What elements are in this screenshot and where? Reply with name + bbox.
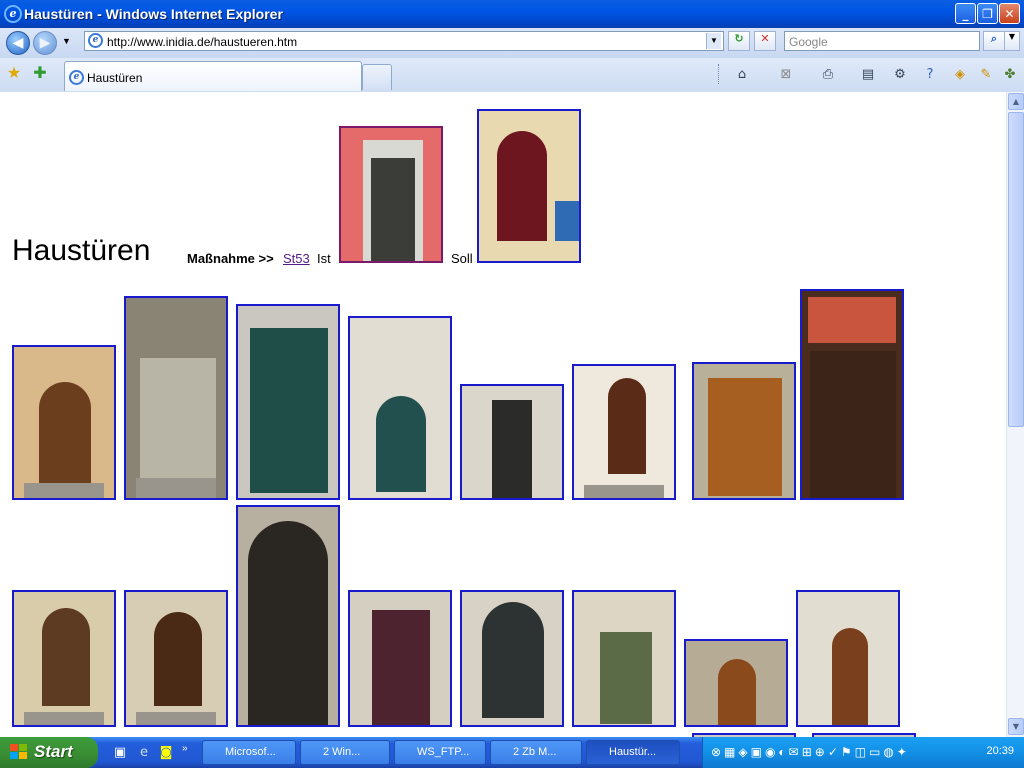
door-photo[interactable] [12,345,116,500]
door-photo[interactable] [236,304,340,500]
toolbar-grip [718,64,721,84]
help-icon[interactable]: ? [920,66,940,84]
refresh-icon: ↻ [734,32,744,45]
door-photo[interactable] [692,362,796,500]
ist-door-photo[interactable] [339,126,443,263]
window-title: Haustüren - Windows Internet Explorer [24,6,283,22]
gear-icon[interactable]: ⚙ [890,66,910,84]
door-photo[interactable] [572,364,676,500]
start-label: Start [34,742,73,761]
back-button[interactable]: ◀ [6,31,30,55]
stop-button[interactable]: ✕ [754,31,776,51]
search-options-button[interactable]: ▼ [1004,31,1020,51]
maximize-button[interactable]: ❐ [977,3,998,24]
stop-icon: ✕ [760,32,770,45]
forward-button[interactable]: ▶ [33,31,57,55]
page-title: Haustüren [12,234,151,267]
ist-label: Ist [317,251,331,266]
door-photo[interactable] [684,639,788,727]
printer-icon[interactable]: ⎙ [818,66,838,84]
search-input[interactable]: Google [784,31,980,51]
door-photo[interactable] [348,590,452,727]
messenger-icon[interactable]: ✎ [976,66,996,84]
breadcrumb-link-st53[interactable]: St53 [283,251,310,266]
door-photo[interactable] [124,296,228,500]
magnifier-icon: ⌕ [990,32,998,45]
research-icon[interactable]: ◈ [950,66,970,84]
door-photo[interactable] [236,505,340,727]
door-photo[interactable] [800,289,904,500]
soll-door-photo[interactable] [477,109,581,263]
page-favicon-icon: e [88,33,103,48]
home-icon[interactable]: ⌂ [732,66,752,84]
address-toolbar: ◀ ▶ ▼ e http://www.inidia.de/haustueren.… [0,28,1024,58]
extension-icon[interactable]: ✤ [1000,66,1020,84]
clock: 20:39 [986,745,1014,757]
tab-title: Haustüren [87,71,143,85]
system-tray: ⊗▦◈▣◉◐✉⊞⊕✓⚑◫▭◍✦ 20:39 [702,737,1024,768]
scroll-down-button[interactable]: ▼ [1008,718,1024,735]
quicklaunch-icon[interactable]: ◙ [156,744,176,762]
soll-label: Soll [451,251,473,266]
tab-favicon-icon: e [69,70,84,85]
close-button[interactable]: ✕ [999,3,1020,24]
new-tab-button[interactable] [362,64,392,90]
taskbar-button-microsoft[interactable]: Microsof... [202,740,296,765]
door-photo[interactable] [12,590,116,727]
back-arrow-icon: ◀ [12,35,24,51]
refresh-button[interactable]: ↻ [728,31,750,51]
scroll-thumb[interactable] [1008,112,1024,427]
search-placeholder: Google [789,35,828,49]
title-bar: e Haustüren - Windows Internet Explorer … [0,0,1024,28]
add-favorite-icon[interactable]: ✚ [30,64,50,82]
quicklaunch-overflow-icon[interactable]: » [182,743,188,754]
door-photo[interactable] [460,590,564,727]
taskbar-button-windows-explorer[interactable]: 2 Win... [300,740,390,765]
address-url: http://www.inidia.de/haustueren.htm [107,35,298,49]
breadcrumb-label: Maßnahme >> [187,251,274,266]
door-photo[interactable] [572,590,676,727]
page-content: Haustüren Maßnahme >> St53 Ist Soll [0,92,1006,737]
address-field[interactable]: e http://www.inidia.de/haustueren.htm ▼ [84,31,724,51]
taskbar-button-haustueren[interactable]: Haustür... [586,740,680,765]
recent-pages-dropdown[interactable]: ▼ [62,36,71,46]
tab-toolbar: ★ ✚ e Haustüren ⌂ ⊠ ⎙ ▤ ⚙ ? ◈ ✎ ✤ [0,58,1024,93]
start-button[interactable]: Start [0,737,98,768]
taskbar-button-ws-ftp[interactable]: WS_FTP... [394,740,486,765]
address-dropdown-button[interactable]: ▼ [706,33,721,49]
tab-haustueren[interactable]: e Haustüren [64,61,362,91]
scroll-up-button[interactable]: ▲ [1008,93,1024,110]
forward-arrow-icon: ▶ [39,35,51,51]
star-icon[interactable]: ★ [4,64,24,82]
show-desktop-icon[interactable]: ▣ [110,744,130,762]
search-button[interactable]: ⌕ [983,31,1005,51]
rss-icon[interactable]: ⊠ [776,66,796,84]
tray-icons[interactable]: ⊗▦◈▣◉◐✉⊞⊕✓⚑◫▭◍✦ [711,745,931,761]
internet-explorer-quicklaunch-icon[interactable]: e [134,744,154,762]
minimize-button[interactable]: _ [955,3,976,24]
door-photo[interactable] [348,316,452,500]
door-photo[interactable] [796,590,900,727]
taskbar: Start ▣ e ◙ » Microsof... 2 Win... WS_FT… [0,737,1024,768]
vertical-scrollbar[interactable]: ▲ ▼ [1006,92,1024,737]
door-photo[interactable] [460,384,564,500]
door-photo[interactable] [124,590,228,727]
page-icon[interactable]: ▤ [858,66,878,84]
taskbar-button-zb[interactable]: 2 Zb M... [490,740,582,765]
windows-flag-icon [10,744,27,759]
internet-explorer-icon: e [4,5,22,23]
